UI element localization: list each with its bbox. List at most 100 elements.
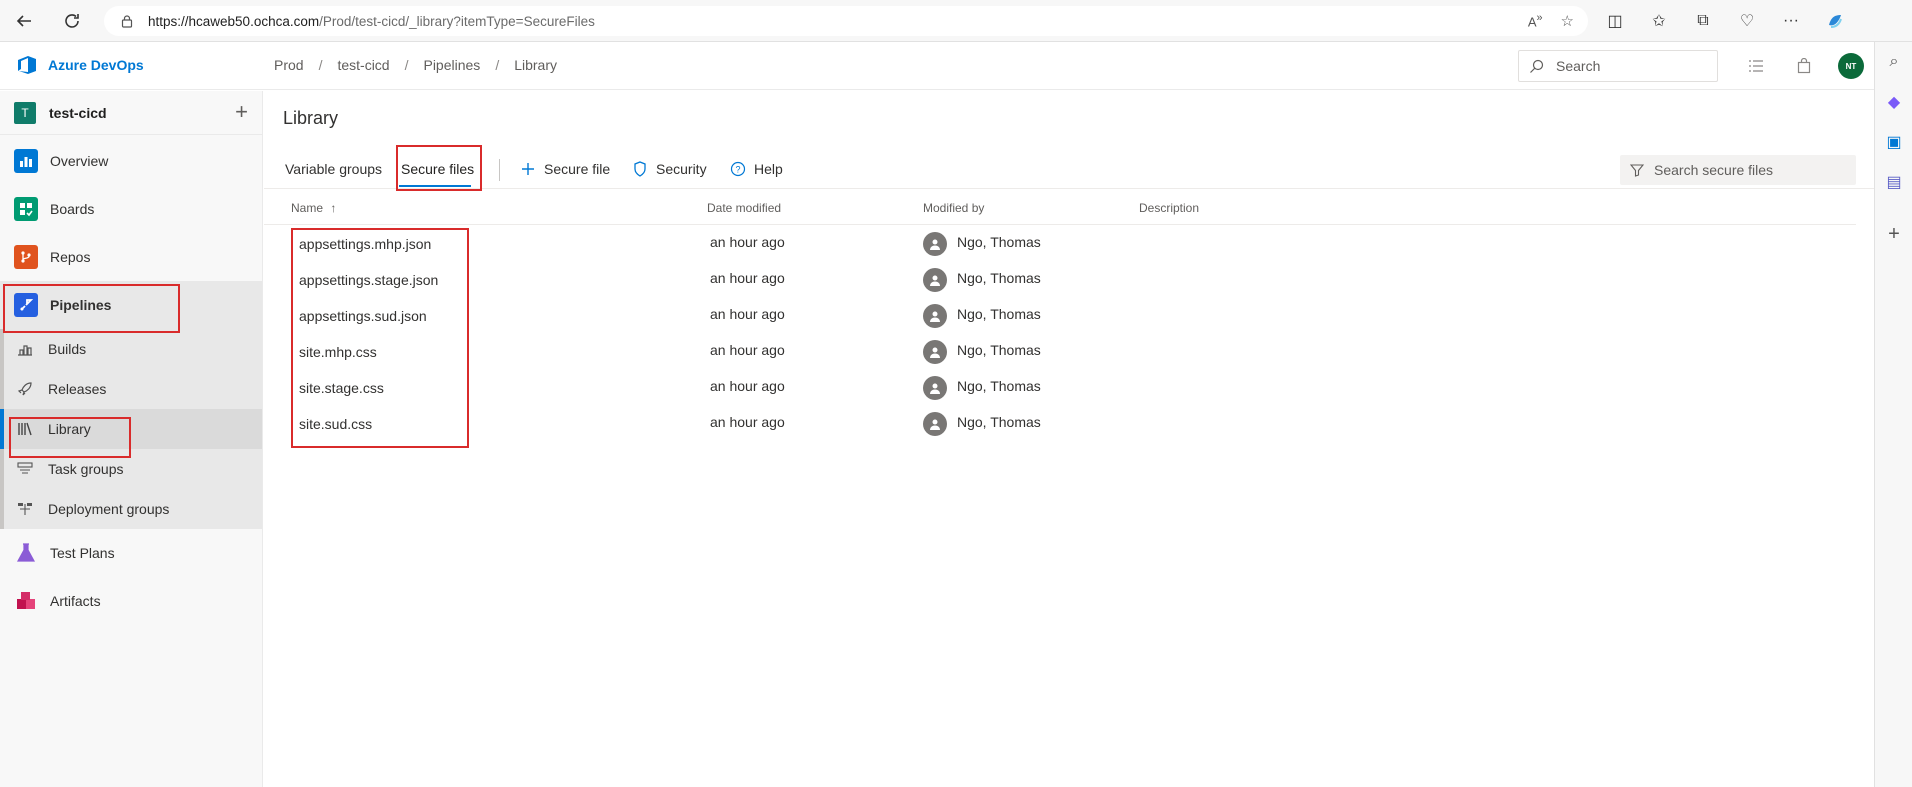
person-avatar-icon — [923, 412, 947, 436]
releases-rocket-icon — [16, 380, 34, 398]
back-icon[interactable] — [6, 3, 42, 39]
person-avatar-icon — [923, 232, 947, 256]
tab-variable-groups[interactable]: Variable groups — [285, 161, 382, 177]
modified-by-name: Ngo, Thomas — [957, 342, 1041, 358]
breadcrumb-org[interactable]: Prod — [274, 57, 304, 73]
tabs-bar: Variable groups Secure files Secure file… — [264, 149, 1874, 189]
deployment-groups-icon — [16, 500, 34, 518]
search-secure-files-input[interactable]: Search secure files — [1620, 155, 1856, 185]
shopping-icon[interactable]: ◆ — [1875, 82, 1912, 122]
file-name[interactable]: appsettings.sud.json — [299, 308, 427, 324]
tab-secure-files[interactable]: Secure files — [401, 161, 474, 177]
nav-item-overview[interactable]: Overview — [0, 137, 262, 185]
marketplace-bag-icon[interactable] — [1792, 50, 1816, 82]
nav-label: Pipelines — [50, 297, 112, 313]
table-row[interactable]: appsettings.mhp.json an hour ago Ngo, Thom… — [264, 227, 1856, 263]
modified-by: Ngo, Thomas — [923, 410, 1041, 436]
nav-item-artifacts[interactable]: Artifacts — [0, 577, 262, 625]
file-name[interactable]: site.sud.css — [299, 416, 372, 432]
outlook-icon[interactable]: ▣ — [1875, 122, 1912, 162]
task-groups-icon — [16, 460, 34, 478]
file-name[interactable]: site.stage.css — [299, 380, 384, 396]
browser-essentials-icon[interactable]: ♡ — [1732, 6, 1762, 36]
table-row[interactable]: site.stage.css an hour ago Ngo, Thomas — [264, 371, 1856, 407]
project-badge: T — [14, 101, 36, 124]
search-icon — [1530, 59, 1544, 73]
column-header-modified-by[interactable]: Modified by — [923, 201, 984, 215]
date-modified: an hour ago — [710, 378, 785, 394]
main-content: Library Variable groups Secure files Sec… — [264, 91, 1874, 787]
breadcrumb-project[interactable]: test-cicd — [337, 57, 389, 73]
add-icon[interactable]: + — [235, 101, 248, 123]
breadcrumb-separator: / — [318, 57, 323, 73]
modified-by: Ngo, Thomas — [923, 302, 1041, 328]
help-icon: ? — [730, 161, 746, 177]
address-bar[interactable]: https://hcaweb50.ochca.com/Prod/test-cic… — [104, 6, 1588, 36]
file-name[interactable]: appsettings.stage.json — [299, 272, 438, 288]
header-search-placeholder: Search — [1556, 58, 1601, 74]
modified-by: Ngo, Thomas — [923, 266, 1041, 292]
favorites-icon[interactable]: ✩ — [1644, 6, 1674, 36]
column-header-date-modified[interactable]: Date modified — [707, 201, 781, 215]
project-name: test-cicd — [49, 104, 107, 121]
nav-item-deployment-groups[interactable]: Deployment groups — [4, 489, 262, 529]
modified-by-name: Ngo, Thomas — [957, 378, 1041, 394]
breadcrumb-separator: / — [495, 57, 500, 73]
person-avatar-icon — [923, 304, 947, 328]
test-plans-flask-icon — [14, 541, 38, 565]
table-row[interactable]: appsettings.sud.json an hour ago Ngo, Thom… — [264, 299, 1856, 335]
file-name[interactable]: appsettings.mhp.json — [299, 236, 431, 252]
table-row[interactable]: site.mhp.css an hour ago Ngo, Thomas — [264, 335, 1856, 371]
azure-devops-logo[interactable]: Azure DevOps — [16, 54, 144, 76]
nav-item-repos[interactable]: Repos — [0, 233, 262, 281]
nav-item-releases[interactable]: Releases — [4, 369, 262, 409]
favorite-star-icon[interactable]: ☆ — [1561, 12, 1574, 30]
person-avatar-icon — [923, 268, 947, 292]
nav-item-boards[interactable]: Boards — [0, 185, 262, 233]
security-button[interactable]: Security — [632, 161, 707, 177]
breadcrumb-pipelines[interactable]: Pipelines — [423, 57, 480, 73]
nav-item-task-groups[interactable]: Task groups — [4, 449, 262, 489]
project-header[interactable]: T test-cicd + — [0, 91, 262, 135]
nav-item-library[interactable]: Library — [0, 409, 262, 449]
more-menu-icon[interactable]: ··· — [1776, 6, 1806, 36]
nav-label: Overview — [50, 153, 109, 169]
nav-item-pipelines[interactable]: Pipelines — [0, 281, 262, 329]
refresh-icon[interactable] — [54, 3, 90, 39]
help-button[interactable]: ? Help — [730, 161, 783, 177]
add-secure-file-button[interactable]: Secure file — [520, 161, 610, 177]
teams-icon[interactable]: ▤ — [1875, 162, 1912, 202]
header-search-input[interactable]: Search — [1518, 50, 1718, 82]
app-name: Azure DevOps — [48, 57, 144, 73]
url-path: /Prod/test-cicd/_library?itemType=Secure… — [319, 13, 595, 29]
split-screen-icon[interactable]: ◫ — [1600, 6, 1630, 36]
collections-icon[interactable]: ⧉ — [1688, 6, 1718, 36]
nav-label: Deployment groups — [48, 501, 170, 517]
table-row[interactable]: appsettings.stage.json an hour ago Ngo, Th… — [264, 263, 1856, 299]
search-icon[interactable]: ⌕ — [1875, 42, 1912, 82]
work-items-list-icon[interactable] — [1744, 50, 1768, 82]
modified-by-name: Ngo, Thomas — [957, 414, 1041, 430]
date-modified: an hour ago — [710, 270, 785, 286]
nav-label: Task groups — [48, 461, 124, 477]
pipelines-subnav: Builds Releases Library Task groups Depl… — [0, 329, 262, 529]
breadcrumb-library[interactable]: Library — [514, 57, 557, 73]
date-modified: an hour ago — [710, 306, 785, 322]
azure-devops-icon — [18, 56, 36, 74]
file-name[interactable]: site.mhp.css — [299, 344, 377, 360]
add-sidebar-icon[interactable]: + — [1875, 214, 1912, 254]
table-row[interactable]: site.sud.css an hour ago Ngo, Thomas — [264, 407, 1856, 443]
nav-item-test-plans[interactable]: Test Plans — [0, 529, 262, 577]
user-avatar[interactable]: NT — [1838, 53, 1864, 79]
column-header-name[interactable]: Name ↑ — [291, 201, 336, 215]
modified-by: Ngo, Thomas — [923, 338, 1041, 364]
copilot-icon[interactable] — [1820, 6, 1850, 36]
read-aloud-icon[interactable]: A» — [1528, 12, 1543, 29]
breadcrumb: Prod / test-cicd / Pipelines / Library — [274, 57, 557, 73]
date-modified: an hour ago — [710, 342, 785, 358]
nav-item-builds[interactable]: Builds — [4, 329, 262, 369]
modified-by-name: Ngo, Thomas — [957, 306, 1041, 322]
nav-label: Artifacts — [50, 593, 101, 609]
overview-icon — [14, 149, 38, 173]
column-header-description[interactable]: Description — [1139, 201, 1199, 215]
